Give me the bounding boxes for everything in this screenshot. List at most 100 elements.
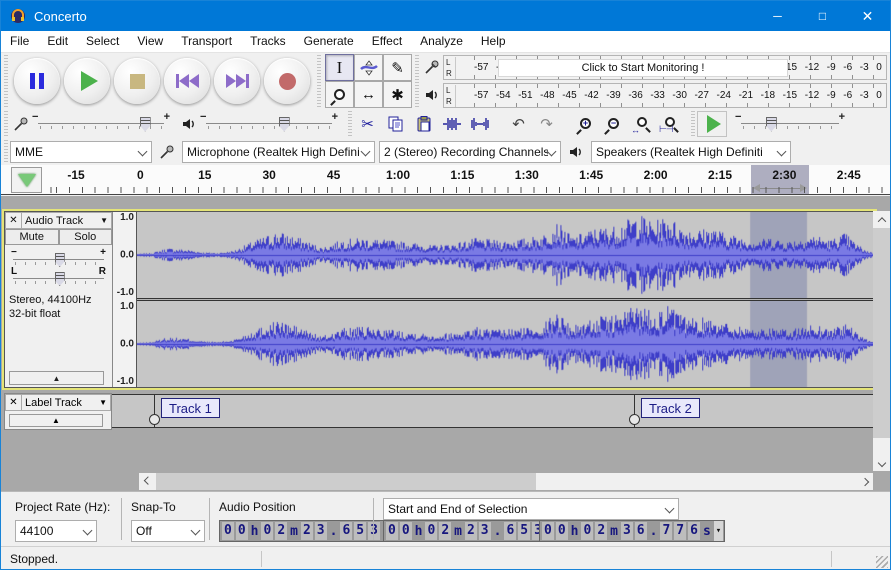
play-speed-slider[interactable]: −+ [735, 114, 845, 134]
meter-ticks [474, 103, 882, 107]
audio-position-field[interactable]: 00h02m23.653s▾ [219, 520, 405, 542]
project-rate-select[interactable]: 44100 [15, 520, 97, 542]
menu-transport[interactable]: Transport [172, 31, 241, 52]
label-band[interactable]: Track 1 Track 2 [112, 394, 875, 428]
selection-range-mode-select[interactable]: Start and End of Selection [383, 498, 679, 520]
skip-to-start-button[interactable] [164, 58, 210, 104]
zoom-tool-button[interactable] [325, 81, 354, 108]
zoom-out-button[interactable]: − [600, 111, 627, 136]
ruler-time-label: 1:45 [579, 168, 603, 182]
maximize-button[interactable]: □ [800, 1, 845, 31]
meter-toolbar-grip[interactable] [413, 55, 420, 107]
edit-toolbar-grip[interactable] [346, 111, 353, 136]
vertical-scrollbar[interactable] [873, 211, 890, 471]
recording-meter[interactable]: LR -57-54-51-48-45-42-39-36-33-30-27-24-… [443, 55, 887, 80]
scroll-up-arrow[interactable] [873, 211, 890, 228]
recording-volume-slider[interactable]: −+ [32, 114, 170, 134]
label-handle[interactable] [149, 414, 160, 425]
chevron-down-icon [548, 148, 556, 156]
redo-button[interactable]: ↷ [533, 111, 560, 136]
timeshift-tool-button[interactable]: ↔ [354, 81, 383, 108]
zoom-in-icon: + [580, 118, 591, 129]
close-button[interactable]: ✕ [845, 1, 890, 31]
cut-button[interactable]: ✂ [354, 111, 381, 136]
selection-tool-button[interactable]: I [325, 54, 354, 81]
scroll-right-arrow[interactable] [856, 473, 873, 490]
monitoring-tooltip[interactable]: Click to Start Monitoring ! [498, 59, 788, 77]
time-field-dropdown[interactable]: ▾ [714, 521, 723, 541]
menu-edit[interactable]: Edit [38, 31, 77, 52]
horizontal-scrollbar-thumb[interactable] [156, 473, 536, 490]
recording-channels-select[interactable]: 2 (Stereo) Recording Channels [379, 141, 561, 163]
silence-audio-icon [471, 117, 489, 131]
undo-button[interactable]: ↶ [505, 111, 532, 136]
pan-slider[interactable]: L R [11, 268, 106, 287]
playback-meter[interactable]: LR -57-54-51-48-45-42-39-36-33-30-27-24-… [443, 83, 887, 108]
label-text[interactable]: Track 2 [641, 398, 700, 418]
audio-host-select[interactable]: MME [10, 141, 152, 163]
device-toolbar-grip[interactable] [2, 140, 9, 163]
close-track-button[interactable]: ✕ [5, 394, 22, 411]
menu-select[interactable]: Select [77, 31, 128, 52]
pause-button[interactable] [14, 58, 60, 104]
menu-analyze[interactable]: Analyze [411, 31, 472, 52]
silence-audio-button[interactable] [466, 111, 493, 136]
resize-grip[interactable] [876, 556, 888, 568]
snap-to-select[interactable]: Off [131, 520, 205, 542]
play-icon [81, 71, 98, 91]
solo-button[interactable]: Solo [59, 229, 113, 245]
selection-end-field[interactable]: 00h02m36.776s▾ [539, 520, 725, 542]
recording-volume-thumb[interactable] [140, 117, 151, 132]
stop-button[interactable] [114, 58, 160, 104]
recording-device-select[interactable]: Microphone (Realtek High Defini [182, 141, 375, 163]
minimize-button[interactable]: ─ [755, 1, 800, 31]
fit-selection-button[interactable]: ↔ [628, 111, 655, 136]
horizontal-scrollbar[interactable] [139, 473, 873, 490]
waveform-channel-right[interactable] [137, 301, 874, 387]
collapse-track-button[interactable]: ▲ [9, 414, 103, 427]
track-menu-button[interactable]: Audio Track ▼ [22, 212, 112, 229]
paste-button[interactable] [410, 111, 437, 136]
fit-project-button[interactable]: ⊢⊣ [656, 111, 683, 136]
close-track-button[interactable]: ✕ [5, 212, 22, 229]
scroll-left-arrow[interactable] [139, 473, 156, 490]
envelope-tool-button[interactable] [354, 54, 383, 81]
zoom-in-button[interactable]: + [572, 111, 599, 136]
mute-button[interactable]: Mute [5, 229, 59, 245]
mixer-toolbar-grip[interactable] [2, 111, 9, 136]
collapse-track-button[interactable]: ▲ [9, 371, 104, 385]
tools-toolbar-grip[interactable] [315, 55, 322, 107]
multi-tool-button[interactable]: ✱ [383, 81, 412, 108]
label-text[interactable]: Track 1 [161, 398, 220, 418]
scroll-down-arrow[interactable] [873, 454, 890, 471]
menu-file[interactable]: File [1, 31, 38, 52]
play-at-speed-button[interactable] [697, 111, 727, 137]
skip-to-end-button[interactable] [214, 58, 260, 104]
copy-button[interactable] [382, 111, 409, 136]
playback-volume-slider[interactable]: −+ [200, 114, 338, 134]
waveform-channel-left[interactable] [137, 212, 874, 298]
speaker-icon [565, 141, 587, 163]
draw-tool-button[interactable]: ✎ [383, 54, 412, 81]
playback-device-select[interactable]: Speakers (Realtek High Definiti [591, 141, 791, 163]
menu-help[interactable]: Help [472, 31, 515, 52]
playback-volume-thumb[interactable] [279, 117, 290, 132]
play-at-speed-grip[interactable] [689, 111, 696, 136]
gain-slider[interactable]: − + [11, 249, 106, 268]
track-menu-button[interactable]: Label Track ▼ [22, 394, 111, 411]
play-speed-thumb[interactable] [766, 117, 777, 132]
menu-effect[interactable]: Effect [363, 31, 411, 52]
menu-generate[interactable]: Generate [295, 31, 363, 52]
trim-audio-button[interactable] [438, 111, 465, 136]
menu-view[interactable]: View [128, 31, 172, 52]
transport-toolbar-grip[interactable] [2, 55, 9, 107]
record-button[interactable] [264, 58, 310, 104]
vertical-scrollbar-thumb[interactable] [873, 228, 890, 438]
menu-tracks[interactable]: Tracks [241, 31, 295, 52]
vertical-scale-ruler[interactable]: 1.0 0.0 -1.0 1.0 0.0 -1.0 [113, 212, 137, 387]
timeline-ruler[interactable]: -1501530451:001:151:301:452:002:152:302:… [1, 165, 890, 195]
play-button[interactable] [64, 58, 110, 104]
skip-start-icon [176, 74, 199, 88]
label-handle[interactable] [629, 414, 640, 425]
audio-host-value: MME [15, 145, 43, 159]
